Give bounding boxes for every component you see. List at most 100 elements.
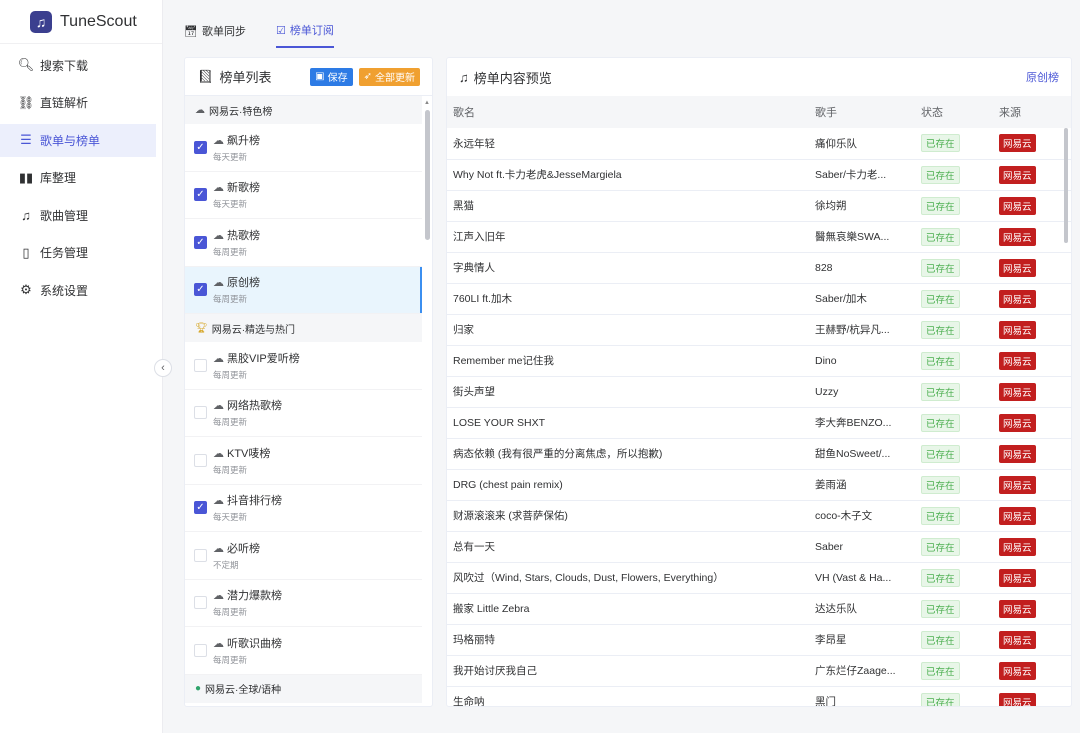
chart-checkbox[interactable]: ✓: [194, 188, 207, 202]
table-row[interactable]: Why Not ft.卡力老虎&JesseMargiela Saber/卡力老..…: [447, 159, 1071, 191]
nav-item-0[interactable]: 🔍︎ 搜索下载: [0, 49, 162, 82]
chart-item-text: ☁ 飙升榜 每天更新: [213, 132, 260, 163]
table-row[interactable]: 生命呐 黑门 已存在 网易云: [447, 686, 1071, 706]
nav-item-5[interactable]: ▯ 任务管理: [0, 236, 162, 269]
chart-item-text: ☁ 热歌榜 每周更新: [213, 227, 260, 258]
tab-0[interactable]: 📅︎ 歌单同步: [184, 14, 246, 48]
table-row[interactable]: 街头声望 Uzzy 已存在 网易云: [447, 376, 1071, 408]
chart-item-text: ☁ 原创榜 每周更新: [213, 274, 260, 305]
chart-checkbox[interactable]: [194, 358, 207, 372]
column-header[interactable]: 状态: [915, 96, 993, 128]
chart-item-name: ☁ 原创榜: [213, 274, 260, 290]
collapse-sidebar-button[interactable]: ‹: [154, 359, 172, 377]
chart-checkbox[interactable]: [194, 406, 207, 420]
table-row[interactable]: 搬家 Little Zebra 达达乐队 已存在 网易云: [447, 593, 1071, 625]
nav-item-1[interactable]: ⛓ 直链解析: [0, 86, 162, 119]
chart-list-item[interactable]: ✓ ☁ 抖音排行榜 每天更新: [185, 485, 422, 532]
column-header[interactable]: 歌手: [809, 96, 915, 128]
chart-list-item[interactable]: ☁ 听歌识曲榜 每周更新: [185, 627, 422, 675]
nav-item-6[interactable]: ⚙ 系统设置: [0, 274, 162, 307]
chart-group-title: 网易云·特色榜: [209, 106, 273, 118]
table-row[interactable]: 我开始讨厌我自己 广东烂仔Zaage... 已存在 网易云: [447, 655, 1071, 687]
column-header[interactable]: 歌名: [447, 96, 809, 128]
chart-item-text: ☁ 新歌榜 每天更新: [213, 179, 260, 210]
chart-list-item[interactable]: ☁ KTV唛榜 每周更新: [185, 437, 422, 485]
scroll-up-arrow-icon[interactable]: ▲: [424, 100, 430, 106]
table-row[interactable]: Remember me记住我 Dino 已存在 网易云: [447, 345, 1071, 377]
table-row[interactable]: 玛格丽特 李昂星 已存在 网易云: [447, 624, 1071, 656]
table-row[interactable]: 风吹过（Wind, Stars, Clouds, Dust, Flowers, …: [447, 562, 1071, 594]
table-row[interactable]: DRG (chest pain remix) 姜雨涵 已存在 网易云: [447, 469, 1071, 501]
source-cell: 网易云: [993, 469, 1071, 501]
clipboard-icon: ▯: [22, 244, 30, 260]
nav-item-4[interactable]: ♫ 歌曲管理: [0, 199, 162, 232]
save-button[interactable]: ▣ 保存: [310, 67, 353, 86]
current-chart-link[interactable]: 原创榜: [1026, 69, 1059, 85]
cloud-icon: ☁: [213, 400, 224, 413]
chart-checkbox[interactable]: [194, 643, 207, 657]
chart-checkbox[interactable]: ✓: [194, 283, 207, 297]
status-cell: 已存在: [915, 159, 993, 191]
chart-update-frequency: 每天更新: [213, 512, 248, 523]
chart-checkbox[interactable]: [194, 596, 207, 610]
table-row[interactable]: 760LI ft.加木 Saber/加木 已存在 网易云: [447, 283, 1071, 315]
chevron-left-icon: ‹: [161, 362, 165, 374]
source-cell: 网易云: [993, 345, 1071, 377]
table-scrollbar[interactable]: [1064, 128, 1068, 243]
table-row[interactable]: 归家 王赫野/杭异凡... 已存在 网易云: [447, 314, 1071, 346]
nav-item-3[interactable]: ▮▮ 库整理: [0, 161, 162, 194]
artist-cell: 王赫野/杭异凡...: [809, 314, 915, 346]
table-row[interactable]: 财源滚滚来 (求菩萨保佑) coco-木子文 已存在 网易云: [447, 500, 1071, 532]
song-title-cell: 江声入旧年: [447, 221, 809, 253]
chart-list-item[interactable]: ☁ 必听榜 不定期: [185, 532, 422, 580]
nav-menu: 🔍︎ 搜索下载 ⛓ 直链解析 ☰ 歌单与榜单 ▮▮ 库整理 ♫ 歌曲管理 ▯ 任务管理 ⚙ 系统设置: [0, 49, 162, 307]
chart-list-scrollbar[interactable]: [425, 110, 430, 240]
column-header[interactable]: 来源: [993, 96, 1071, 128]
chart-name: 新歌榜: [227, 182, 260, 195]
table-row[interactable]: 病态依赖 (我有很严重的分离焦虑，所以抱歉) 甜鱼NoSweet/... 已存在 网易…: [447, 438, 1071, 470]
chart-list-item[interactable]: ✓ ☁ 新歌榜 每天更新: [185, 172, 422, 219]
chart-checkbox[interactable]: ✓: [194, 235, 207, 249]
status-badge: 已存在: [921, 568, 960, 587]
music-note-icon: ♫: [459, 69, 469, 85]
artist-cell: 达达乐队: [809, 593, 915, 625]
chart-list[interactable]: ☁ 网易云·特色榜 ✓ ☁ 飙升榜 每天更新 ✓ ☁ 新歌榜 每天更新 ✓ ☁ 热歌榜 每周更新 ✓ ☁ 原创榜…: [185, 96, 422, 706]
chart-item-name: ☁ 必听榜: [213, 540, 260, 556]
nav-item-2[interactable]: ☰ 歌单与榜单: [0, 123, 156, 157]
tab-1[interactable]: ☑ 榜单订阅: [275, 14, 334, 48]
table-body: 永远年轻 痛仰乐队 已存在 网易云 Why Not ft.卡力老虎&JesseMargi…: [447, 128, 1071, 706]
nav-item-label: 系统设置: [40, 283, 89, 298]
status-cell: 已存在: [915, 221, 993, 253]
chart-checkbox[interactable]: [194, 548, 207, 562]
chart-list-item[interactable]: ✓ ☁ 飙升榜 每天更新: [185, 124, 422, 172]
table-row[interactable]: 字典情人 828 已存在 网易云: [447, 252, 1071, 284]
status-badge: 已存在: [921, 382, 960, 401]
chart-list-item[interactable]: ✓ ☁ 原创榜 每周更新: [185, 266, 422, 314]
song-title-cell: Remember me记住我: [447, 345, 809, 377]
update-all-button[interactable]: ➶ 全部更新: [358, 67, 420, 86]
table-row[interactable]: 永远年轻 痛仰乐队 已存在 网易云: [447, 128, 1071, 160]
table-row[interactable]: 总有一天 Saber 已存在 网易云: [447, 531, 1071, 563]
source-badge: 网易云: [999, 320, 1036, 339]
chart-list-item[interactable]: ☁ 网络热歌榜 每周更新: [185, 390, 422, 437]
table-row[interactable]: 黑猫 徐均朔 已存在 网易云: [447, 190, 1071, 222]
artist-cell: 徐均朔: [809, 190, 915, 222]
chart-name: 网络热歌榜: [227, 400, 282, 413]
table-row[interactable]: 江声入旧年 醫無哀樂SWA... 已存在 网易云: [447, 221, 1071, 253]
source-cell: 网易云: [993, 128, 1071, 160]
chart-checkbox[interactable]: ✓: [194, 140, 207, 154]
chart-checkbox[interactable]: ✓: [194, 501, 207, 515]
table-row[interactable]: LOSE YOUR SHXT 李大奔BENZO... 已存在 网易云: [447, 407, 1071, 439]
chart-list-item[interactable]: ☁ 黑胶VIP爱听榜 每周更新: [185, 342, 422, 390]
chart-checkbox[interactable]: [194, 453, 207, 467]
chart-name: 听歌识曲榜: [227, 637, 282, 650]
song-table: 歌名 歌手 状态 来源 永远年轻 痛仰乐队 已存在 网易云 Why Not ft.卡力老虎&J…: [447, 96, 1071, 706]
source-cell: 网易云: [993, 562, 1071, 594]
status-cell: 已存在: [915, 531, 993, 563]
chart-list-item[interactable]: ✓ ☁ 热歌榜 每周更新: [185, 219, 422, 267]
trophy-icon: 🏆︎: [195, 322, 208, 334]
chart-name: 飙升榜: [227, 134, 260, 147]
link-icon: ⛓: [17, 94, 35, 110]
chart-list-item[interactable]: ☁ 潜力爆款榜 每周更新: [185, 580, 422, 627]
nav-item-label: 库整理: [40, 171, 77, 185]
